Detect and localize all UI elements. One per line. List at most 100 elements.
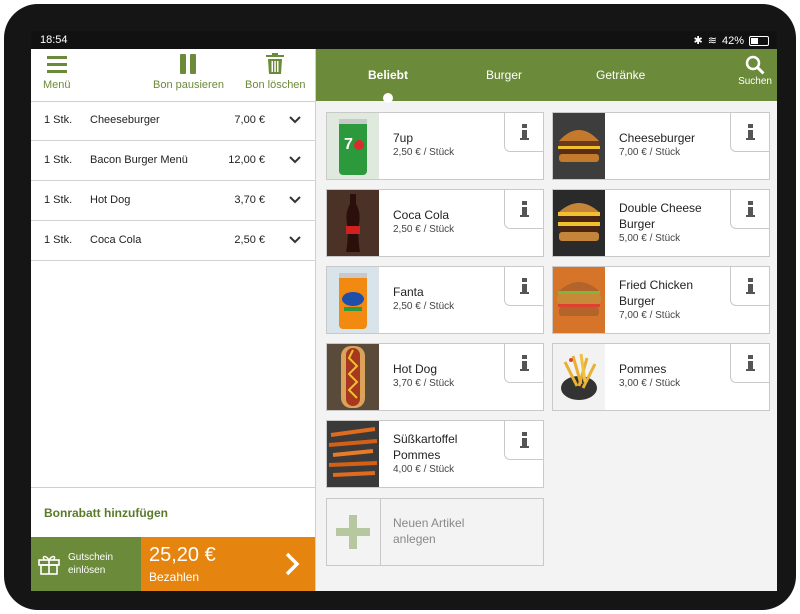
item-price: 7,00 € — [234, 114, 265, 126]
svg-text:7: 7 — [344, 136, 353, 153]
pause-label: Bon pausieren — [153, 79, 224, 91]
menu-label: Menü — [43, 79, 71, 91]
redeem-voucher-button[interactable]: Gutschein einlösen — [31, 537, 141, 591]
gift-icon — [38, 555, 60, 575]
product-card-fanta[interactable]: Fanta 2,50 € / Stück — [326, 266, 544, 334]
tab-beliebt[interactable]: Beliebt — [368, 68, 408, 82]
tablet-frame: 18:54 ✱ ≋ 42% Menü Bon pausieren Bon lös… — [4, 4, 796, 610]
product-info-button[interactable] — [730, 113, 769, 152]
product-name: Pommes — [619, 362, 667, 376]
product-card-fried-chicken-burger[interactable]: Fried Chicken Burger 7,00 € / Stück — [552, 266, 770, 334]
chevron-down-icon[interactable] — [289, 234, 301, 246]
product-card-suesskartoffel-pommes[interactable]: Süßkartoffel Pommes 4,00 € / Stück — [326, 420, 544, 488]
product-card-double-cheese-burger[interactable]: Double Cheese Burger 5,00 € / Stück — [552, 189, 770, 257]
order-toolbar: Menü Bon pausieren Bon löschen — [31, 49, 315, 102]
search-label: Suchen — [738, 76, 772, 87]
delete-receipt-button[interactable]: Bon löschen — [245, 53, 306, 91]
wifi-icon: ≋ — [707, 35, 717, 47]
status-time: 18:54 — [40, 34, 68, 46]
product-info-button[interactable] — [504, 190, 543, 229]
double-cheese-burger-image — [553, 190, 605, 256]
fried-chicken-burger-image — [553, 267, 605, 333]
product-card-cheeseburger[interactable]: Cheeseburger 7,00 € / Stück — [552, 112, 770, 180]
product-info-button[interactable] — [730, 267, 769, 306]
search-button[interactable]: Suchen — [738, 55, 772, 87]
search-icon — [745, 55, 765, 75]
new-article-button[interactable]: Neuen Artikel anlegen — [326, 498, 544, 566]
total-amount: 25,20 € — [149, 544, 216, 566]
info-icon — [745, 355, 755, 371]
product-price: 2,50 € / Stück — [393, 224, 455, 235]
suesskartoffel-pommes-image — [327, 421, 379, 487]
trash-icon — [266, 53, 285, 74]
menu-button[interactable]: Menü — [43, 53, 71, 91]
new-article-label-line2: anlegen — [393, 532, 436, 546]
product-name: Fanta — [393, 285, 424, 299]
product-info-button[interactable] — [504, 421, 543, 460]
tab-burger[interactable]: Burger — [486, 68, 522, 82]
product-price: 2,50 € / Stück — [393, 301, 455, 312]
product-name: Cheeseburger — [619, 131, 696, 145]
order-item-row[interactable]: 1 Stk. Bacon Burger Menü 12,00 € — [31, 141, 315, 181]
order-item-row[interactable]: 1 Stk. Hot Dog 3,70 € — [31, 181, 315, 221]
info-icon — [519, 278, 529, 294]
item-name: Cheeseburger — [90, 114, 160, 126]
pos-screen: 18:54 ✱ ≋ 42% Menü Bon pausieren Bon lös… — [31, 31, 777, 591]
tab-getraenke[interactable]: Getränke — [596, 68, 645, 82]
voucher-label-line1: Gutschein — [68, 552, 114, 563]
status-bar: 18:54 ✱ ≋ 42% — [31, 31, 777, 49]
product-price: 5,00 € / Stück — [619, 233, 681, 244]
product-card-pommes[interactable]: Pommes 3,00 € / Stück — [552, 343, 770, 411]
order-panel: Menü Bon pausieren Bon löschen 1 Stk. Ch… — [31, 49, 316, 591]
item-name: Hot Dog — [90, 194, 131, 206]
fanta-can-image — [327, 267, 379, 333]
coca-cola-bottle-image — [327, 190, 379, 256]
chevron-down-icon[interactable] — [289, 154, 301, 166]
product-price: 4,00 € / Stück — [393, 464, 455, 475]
pay-button[interactable]: 25,20 € Bezahlen — [141, 537, 315, 591]
order-items-list: 1 Stk. Cheeseburger 7,00 € 1 Stk. Bacon … — [31, 101, 315, 261]
product-price: 7,00 € / Stück — [619, 310, 681, 321]
product-price: 7,00 € / Stück — [619, 147, 681, 158]
voucher-label-line2: einlösen — [68, 565, 106, 576]
chevron-right-icon — [285, 552, 300, 576]
item-price: 12,00 € — [228, 154, 265, 166]
item-price: 2,50 € — [234, 234, 265, 246]
product-info-button[interactable] — [730, 190, 769, 229]
chevron-down-icon[interactable] — [289, 194, 301, 206]
pay-label: Bezahlen — [149, 570, 200, 584]
product-card-coca-cola[interactable]: Coca Cola 2,50 € / Stück — [326, 189, 544, 257]
category-tabs-bar: Beliebt Burger Getränke Suchen — [316, 49, 777, 103]
product-name: 7up — [393, 131, 414, 145]
item-quantity: 1 Stk. — [44, 154, 73, 166]
new-article-label-line1: Neuen Artikel — [393, 516, 465, 530]
hot-dog-image — [327, 344, 379, 410]
info-icon — [519, 355, 529, 371]
product-card-hot-dog[interactable]: Hot Dog 3,70 € / Stück — [326, 343, 544, 411]
7up-can-image: 7 — [327, 113, 379, 179]
add-discount-button[interactable]: Bonrabatt hinzufügen — [31, 487, 315, 538]
info-icon — [519, 201, 529, 217]
battery-percent: 42% — [721, 34, 744, 47]
product-info-button[interactable] — [504, 267, 543, 306]
info-icon — [519, 432, 529, 448]
pommes-image — [553, 344, 605, 410]
order-item-row[interactable]: 1 Stk. Cheeseburger 7,00 € — [31, 101, 315, 141]
info-icon — [519, 124, 529, 140]
plus-icon — [336, 515, 370, 549]
product-info-button[interactable] — [730, 344, 769, 383]
pause-receipt-button[interactable]: Bon pausieren — [153, 53, 224, 91]
product-price: 3,70 € / Stück — [393, 378, 455, 389]
product-name: Hot Dog — [393, 362, 438, 376]
chevron-down-icon[interactable] — [289, 114, 301, 126]
product-card-7up[interactable]: 7 7up 2,50 € / Stück — [326, 112, 544, 180]
order-item-row[interactable]: 1 Stk. Coca Cola 2,50 € — [31, 221, 315, 261]
product-info-button[interactable] — [504, 344, 543, 383]
item-price: 3,70 € — [234, 194, 265, 206]
product-name: Süßkartoffel Pommes — [393, 432, 458, 462]
product-info-button[interactable] — [504, 113, 543, 152]
pause-icon — [180, 54, 197, 74]
item-quantity: 1 Stk. — [44, 234, 73, 246]
info-icon — [745, 124, 755, 140]
add-discount-label: Bonrabatt hinzufügen — [44, 506, 168, 520]
